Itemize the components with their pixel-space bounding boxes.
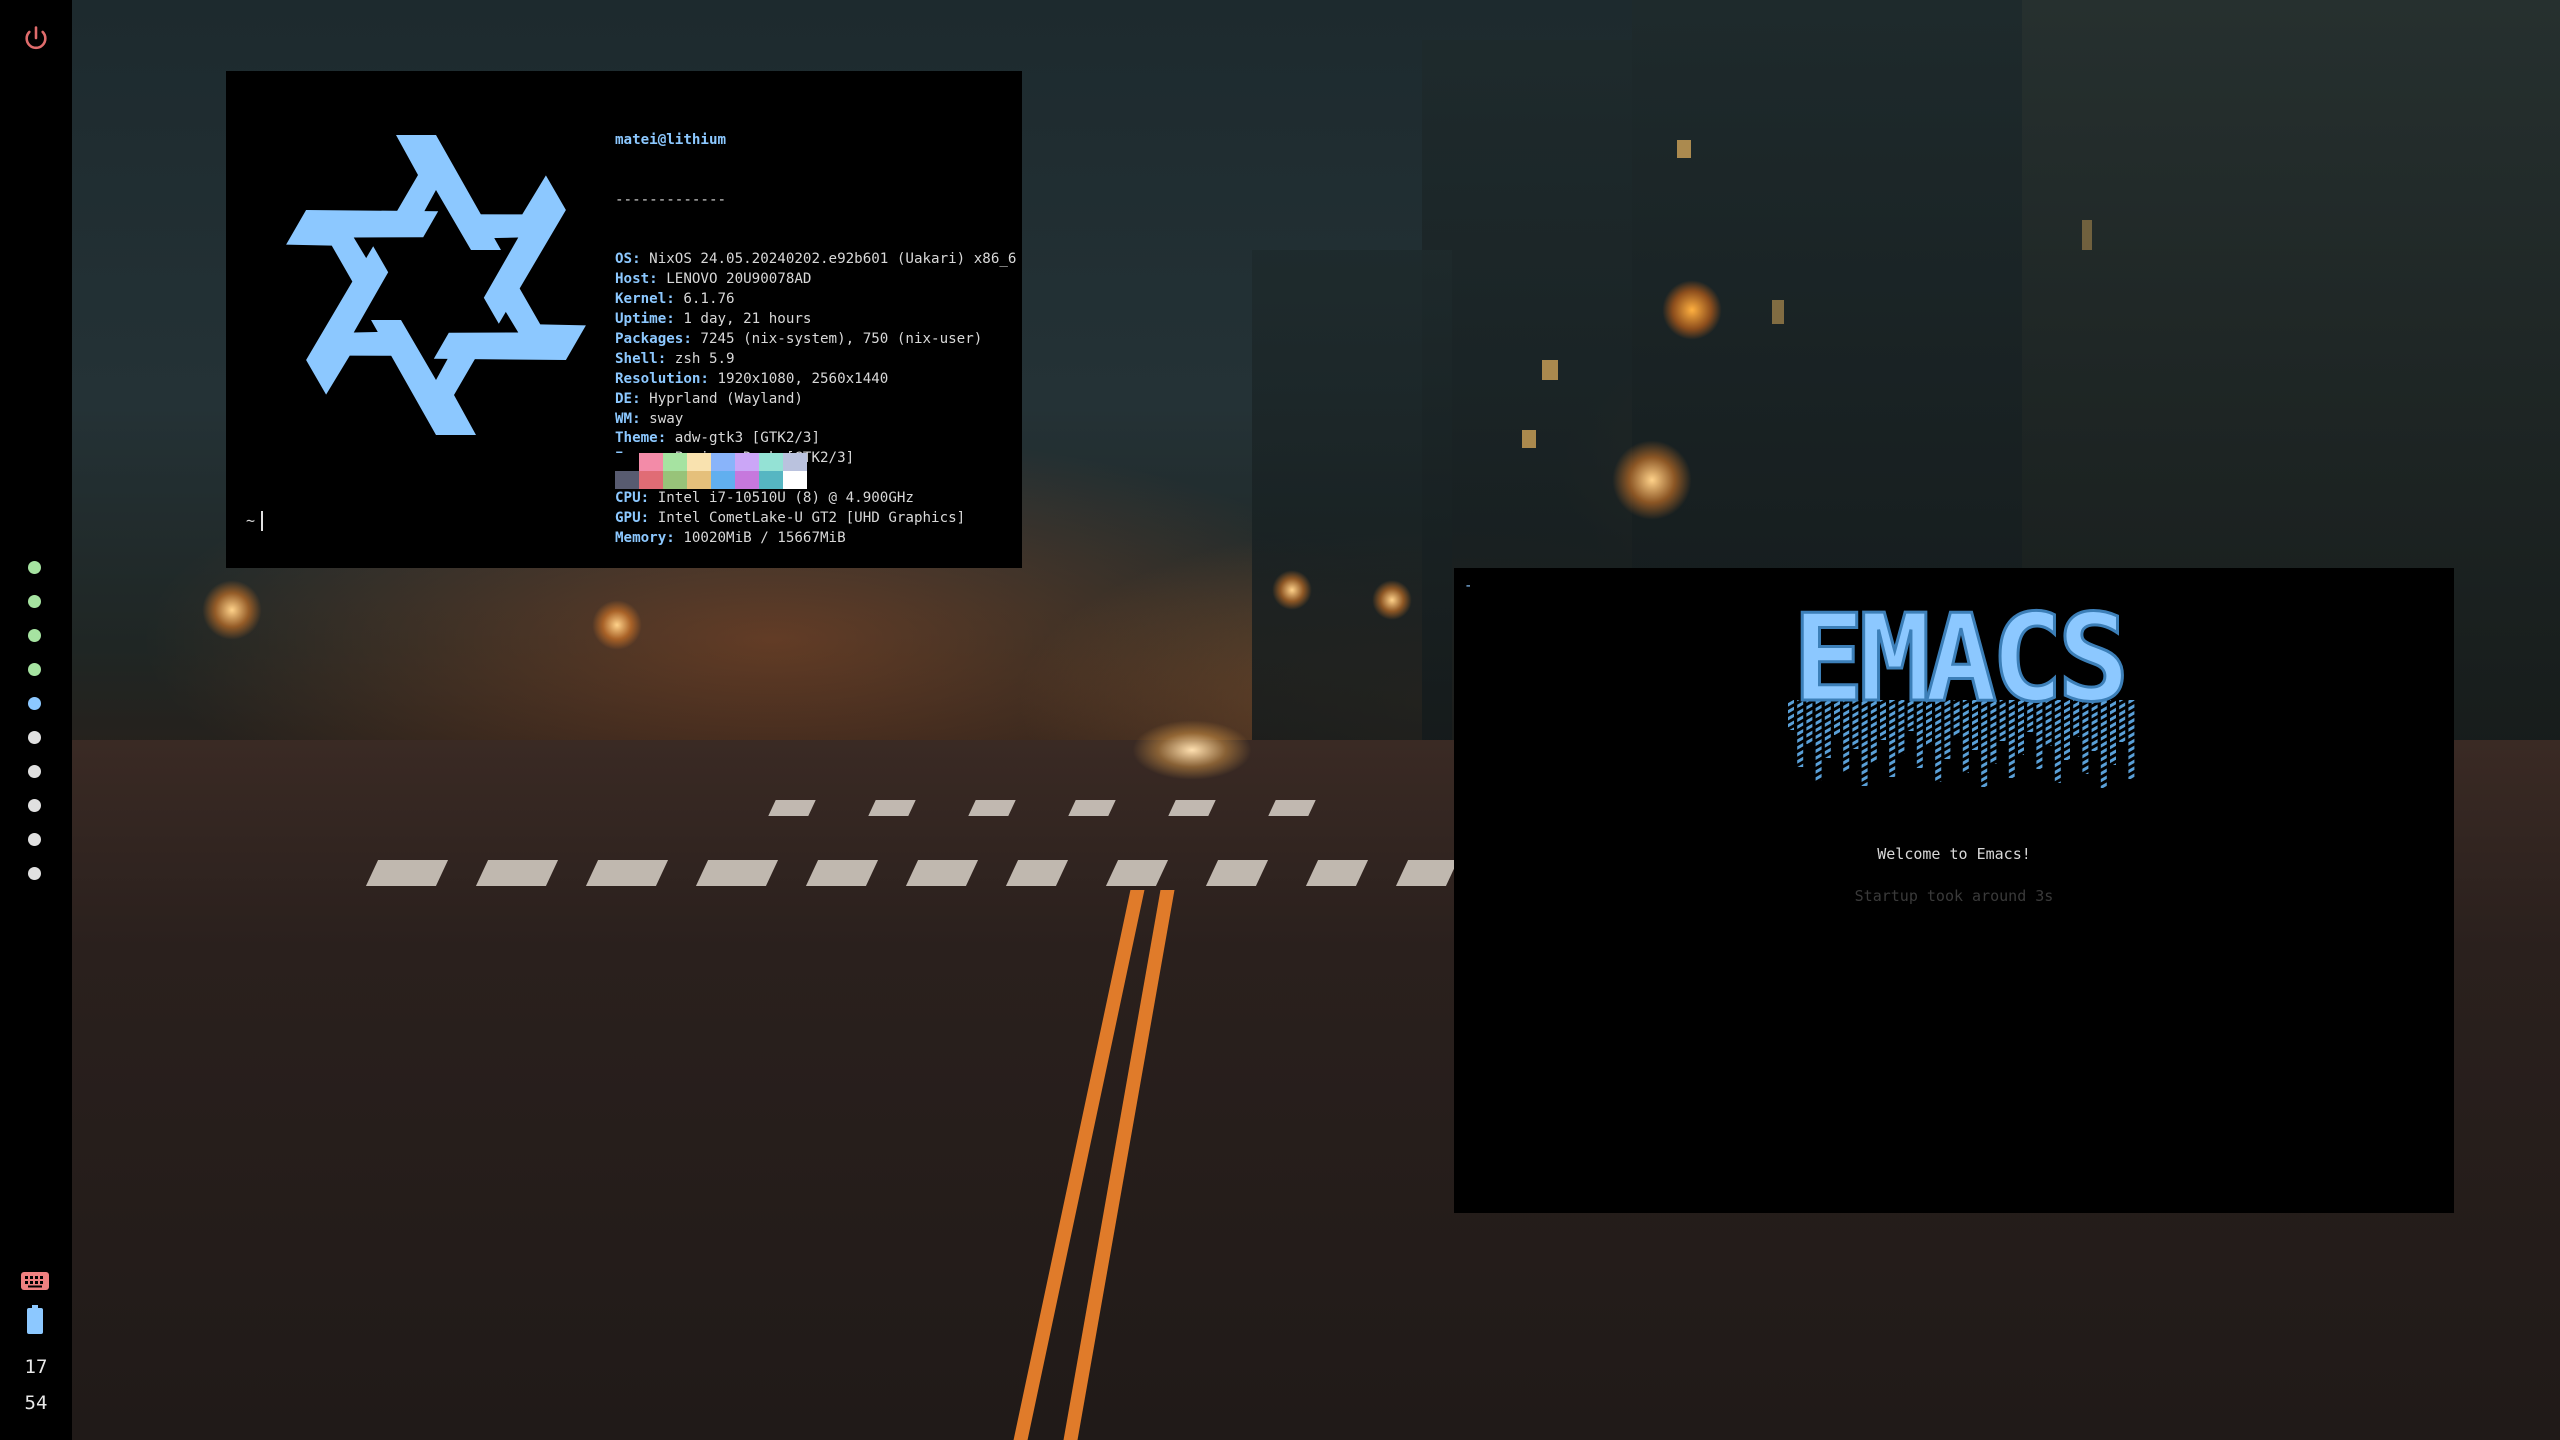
fetch-row: Shell: zsh 5.9 (615, 350, 1016, 370)
palette-swatch (783, 471, 807, 489)
fetch-key: Resolution: (615, 370, 709, 387)
fetch-value: NixOS 24.05.20240202.e92b601 (Uakari) x8… (640, 251, 1017, 268)
fetch-value: adw-gtk3 [GTK2/3] (666, 430, 820, 447)
fetch-value: Intel CometLake-U GT2 [UHD Graphics] (649, 510, 966, 527)
workspace-dot-9[interactable] (28, 833, 41, 846)
palette-swatch (711, 471, 735, 489)
fetch-key: Shell: (615, 350, 667, 367)
fetch-key: Theme: (615, 430, 667, 447)
palette-swatch (783, 453, 807, 471)
fetch-row: OS: NixOS 24.05.20240202.e92b601 (Uakari… (615, 250, 1016, 270)
fetch-value: 1920x1080, 2560x1440 (708, 370, 889, 387)
fetch-key: Memory: (615, 529, 675, 546)
fetch-row: Host: LENOVO 20U90078AD (615, 270, 1016, 290)
fetch-value: 7245 (nix-system), 750 (nix-user) (691, 330, 983, 347)
emacs-banner-logo: EMACS (1788, 590, 2135, 788)
palette-swatch (663, 471, 687, 489)
workspace-dot-1[interactable] (28, 561, 41, 574)
workspace-dot-3[interactable] (28, 629, 41, 642)
fetch-row: Resolution: 1920x1080, 2560x1440 (615, 370, 1016, 390)
fetch-value: 10020MiB / 15667MiB (674, 529, 846, 546)
fetch-row: CPU: Intel i7-10510U (8) @ 4.900GHz (615, 489, 1016, 509)
fetch-row: DE: Hyprland (Wayland) (615, 390, 1016, 410)
palette-swatch (759, 453, 783, 471)
clock-minute: 54 (24, 1392, 48, 1414)
nixos-logo-icon (286, 135, 586, 435)
fetch-value: 6.1.76 (674, 291, 735, 308)
workspace-dot-10[interactable] (28, 867, 41, 880)
fetch-row: Packages: 7245 (nix-system), 750 (nix-us… (615, 330, 1016, 350)
fetch-value: LENOVO 20U90078AD (657, 271, 812, 288)
fetch-value: zsh 5.9 (666, 350, 735, 367)
emacs-startup-time: Startup took around 3s (1854, 887, 2054, 905)
neofetch-output: matei@lithium ------------- OS: NixOS 24… (615, 91, 1016, 589)
fetch-key: Uptime: (615, 310, 675, 327)
palette-swatch (639, 471, 663, 489)
workspace-dot-6[interactable] (28, 731, 41, 744)
fetch-key: Kernel: (615, 291, 675, 308)
fetch-row: GPU: Intel CometLake-U GT2 [UHD Graphics… (615, 509, 1016, 529)
workspace-dot-8[interactable] (28, 799, 41, 812)
battery-icon[interactable] (26, 1305, 44, 1335)
fetch-row: Kernel: 6.1.76 (615, 290, 1016, 310)
clock-hour: 17 (24, 1356, 48, 1378)
fetch-row: Uptime: 1 day, 21 hours (615, 310, 1016, 330)
workspace-dot-5[interactable] (28, 697, 41, 710)
shell-prompt[interactable]: ~ (246, 511, 264, 531)
keyboard-icon[interactable] (20, 1270, 50, 1292)
nix-lambda-segment (433, 269, 586, 360)
banner-drip (2128, 700, 2135, 779)
workspace-dot-2[interactable] (28, 595, 41, 608)
side-bar: 17 54 (0, 0, 72, 1440)
fetch-value: sway (640, 410, 684, 427)
fetch-row: WM: sway (615, 410, 1016, 430)
palette-swatch (615, 453, 639, 471)
terminal-window[interactable]: matei@lithium ------------- OS: NixOS 24… (226, 71, 1022, 568)
palette-swatch (639, 453, 663, 471)
emacs-cursor-line: - (1464, 578, 1473, 594)
palette-swatch (759, 471, 783, 489)
fetch-key: DE: (615, 390, 641, 407)
fetch-value: Hyprland (Wayland) (640, 390, 803, 407)
palette-swatch (735, 471, 759, 489)
workspace-dot-7[interactable] (28, 765, 41, 778)
fetch-row: Memory: 10020MiB / 15667MiB (615, 529, 1016, 549)
fetch-value: 1 day, 21 hours (674, 310, 812, 327)
emacs-window[interactable]: - EMACS Welcome to Emacs! Startup took a… (1454, 568, 2454, 1213)
fetch-key: Host: (615, 271, 658, 288)
fetch-key: OS: (615, 251, 641, 268)
workspace-dot-4[interactable] (28, 663, 41, 676)
nix-lambda-segment (286, 210, 439, 301)
palette-swatch (735, 453, 759, 471)
palette-swatch (663, 453, 687, 471)
palette-swatch (687, 471, 711, 489)
fetch-row: Theme: adw-gtk3 [GTK2/3] (615, 429, 1016, 449)
palette-swatch (711, 453, 735, 471)
fetch-key: Packages: (615, 330, 692, 347)
palette-swatch (687, 453, 711, 471)
palette-swatch (615, 471, 639, 489)
emacs-welcome-text: Welcome to Emacs! (1877, 845, 2031, 863)
svg-text:EMACS: EMACS (1792, 590, 2123, 729)
power-icon[interactable] (22, 24, 50, 52)
fetch-value: Intel i7-10510U (8) @ 4.900GHz (649, 490, 914, 507)
fetch-key: CPU: (615, 490, 650, 507)
fetch-key: GPU: (615, 510, 650, 527)
fetch-key: WM: (615, 410, 641, 427)
user-host: matei@lithium (615, 131, 727, 148)
fetch-separator: ------------- (615, 191, 727, 208)
text-cursor (261, 511, 264, 531)
